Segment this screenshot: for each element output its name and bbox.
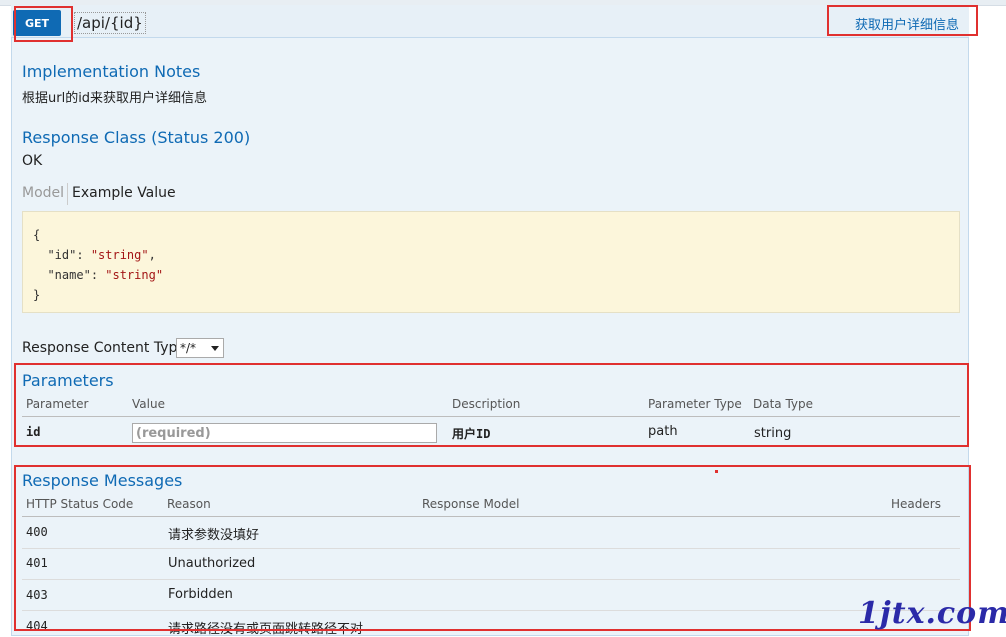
code-line: "id": "string", <box>47 248 156 262</box>
table-row-divider <box>22 610 960 611</box>
tab-example-value[interactable]: Example Value <box>72 185 176 201</box>
param-col-description: Description <box>452 397 521 411</box>
param-col-parameter: Parameter <box>26 397 89 411</box>
resp-col-response-model: Response Model <box>422 497 520 511</box>
resp-code: 403 <box>26 588 48 602</box>
response-class-status: OK <box>22 153 43 169</box>
param-description: 用户ID <box>452 427 491 441</box>
implementation-notes-text: 根据url的id来获取用户详细信息 <box>22 91 208 106</box>
example-value-code: { "id": "string", "name": "string" } <box>22 211 960 313</box>
code-line: { <box>33 228 41 242</box>
resp-reason: Unauthorized <box>168 556 256 571</box>
resp-reason: 请求路径没有或页面跳转路径不对 <box>168 622 364 637</box>
resp-reason: 请求参数没填好 <box>168 528 260 543</box>
resp-code: 400 <box>26 525 48 539</box>
resp-reason: Forbidden <box>168 587 233 602</box>
resp-code: 401 <box>26 556 48 570</box>
response-class-heading: Response Class (Status 200) <box>22 128 251 147</box>
param-name: id <box>26 425 41 439</box>
watermark-logo: 1jtx.com <box>858 596 1006 631</box>
resp-col-reason: Reason <box>167 497 211 511</box>
resp-header-rule <box>22 516 960 517</box>
operation-header[interactable] <box>11 5 969 38</box>
code-line: } <box>33 288 41 302</box>
table-row-divider <box>22 548 960 549</box>
operation-summary-link[interactable]: 获取用户详细信息 <box>855 14 959 33</box>
annotation-dot <box>715 470 718 473</box>
endpoint-path[interactable]: /api/{id} <box>74 12 146 34</box>
param-col-parameter-type: Parameter Type <box>648 397 742 411</box>
chevron-down-icon <box>211 346 219 351</box>
parameters-heading: Parameters <box>22 371 114 390</box>
resp-col-headers: Headers <box>891 497 941 511</box>
param-col-value: Value <box>132 397 165 411</box>
select-value: */* <box>180 341 197 355</box>
param-type: path <box>648 424 678 439</box>
resp-code: 404 <box>26 619 48 633</box>
resp-col-status-code: HTTP Status Code <box>26 497 134 511</box>
response-content-type-label: Response Content Type <box>22 340 186 356</box>
param-data-type: string <box>754 426 792 441</box>
param-id-input[interactable] <box>132 423 437 443</box>
code-line: "name": "string" <box>47 268 164 282</box>
param-header-rule <box>22 416 960 417</box>
response-content-type-select[interactable]: */* <box>176 338 224 358</box>
table-row-divider <box>22 579 960 580</box>
tab-divider <box>67 183 68 205</box>
implementation-notes-heading: Implementation Notes <box>22 62 201 81</box>
http-method-badge[interactable]: GET <box>13 10 61 36</box>
param-col-data-type: Data Type <box>753 397 814 411</box>
response-messages-heading: Response Messages <box>22 471 183 490</box>
tab-model[interactable]: Model <box>22 185 64 201</box>
